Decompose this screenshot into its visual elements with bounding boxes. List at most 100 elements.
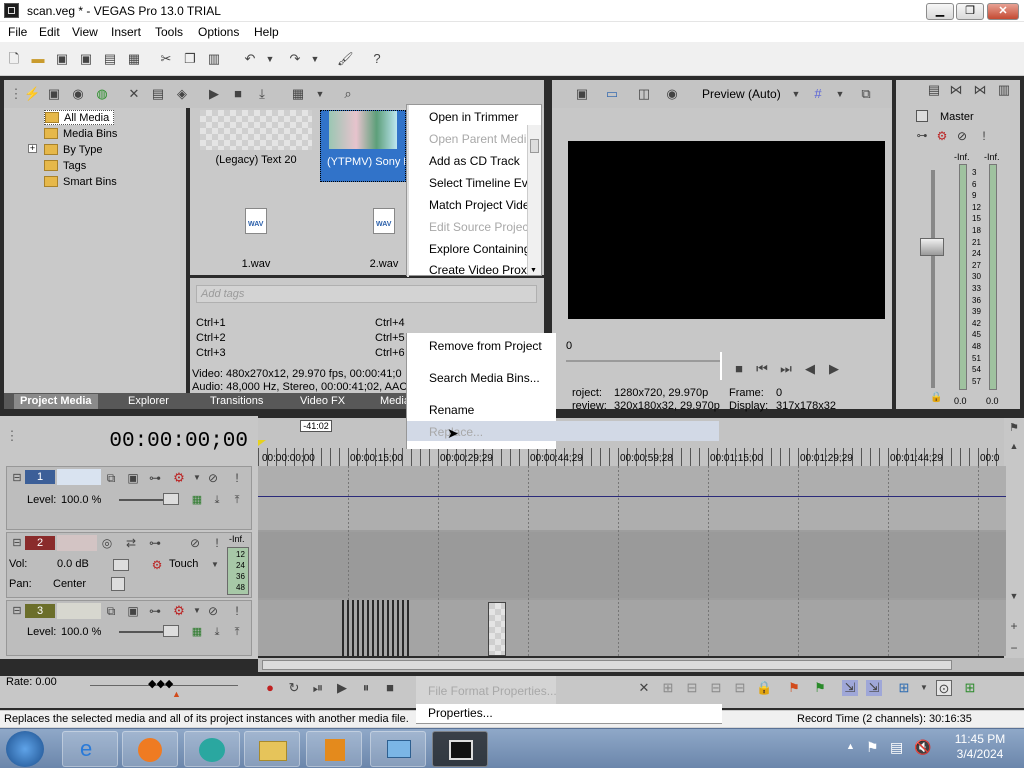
copy-icon[interactable]: ❐ [182, 51, 198, 67]
transport-play-icon[interactable]: ▶ [334, 680, 350, 696]
menu-item-create-video-proxy[interactable]: Create Video Prox [429, 263, 527, 277]
taskbar-chat-app-icon[interactable] [184, 731, 240, 767]
taskbar-remote-desktop-icon[interactable] [370, 731, 426, 767]
properties-icon[interactable]: ▦ [126, 51, 142, 67]
menu-insert[interactable]: Insert [111, 25, 141, 39]
menu-help[interactable]: Help [254, 25, 279, 39]
track-automation-icon[interactable]: ⊶ [147, 603, 163, 619]
loop-region-marker[interactable]: -41:02 [300, 420, 332, 432]
save-as-icon[interactable]: ▣ [78, 51, 94, 67]
trim-start-icon[interactable]: ⊟ [684, 680, 700, 696]
media-item-label[interactable]: 1.wav [230, 258, 282, 270]
stop-icon[interactable]: ■ [230, 86, 246, 102]
tab-explorer[interactable]: Explorer [122, 394, 175, 409]
remove-media-icon[interactable]: ✕ [126, 86, 142, 102]
menu-options[interactable]: Options [198, 25, 239, 39]
menu-item-explore-containing-folder[interactable]: Explore Containing [429, 242, 530, 256]
track-2-lane[interactable] [258, 532, 1006, 598]
redo-icon[interactable]: ↷ [287, 51, 303, 67]
taskbar-clock[interactable]: 11:45 PM 3/4/2024 [940, 732, 1020, 766]
track-name-field[interactable] [57, 469, 101, 485]
external-monitor-icon[interactable]: ▭ [604, 86, 620, 102]
master-mute-icon[interactable]: ⊘ [954, 128, 970, 144]
menu-item-match-project-video[interactable]: Match Project Vide [429, 198, 530, 212]
track-solo-icon[interactable]: ! [209, 535, 225, 551]
close-button[interactable]: ✕ [987, 3, 1019, 20]
track-solo-icon[interactable]: ! [229, 603, 245, 619]
mixer-icon[interactable]: ▥ [996, 82, 1012, 98]
taskbar-media-player-icon[interactable] [306, 731, 362, 767]
cut-icon[interactable]: ✂ [158, 51, 174, 67]
menu-item-add-as-cd-track[interactable]: Add as CD Track [429, 154, 520, 168]
track-fx-icon[interactable]: ⚙ [149, 557, 165, 573]
cleanup-brush-icon[interactable]: 🖌 [337, 51, 354, 67]
play-icon[interactable]: ▶ [206, 86, 222, 102]
paste-icon[interactable]: ▥ [206, 51, 222, 67]
track-inverse-icon[interactable]: ⇄ [123, 535, 139, 551]
views-icon[interactable]: ▦ [290, 86, 306, 102]
menu-item-file-format-properties[interactable]: File Format Properties... [428, 684, 557, 698]
play-from-start-icon[interactable]: ⏯ [310, 680, 326, 696]
redo-dropdown-icon[interactable]: ▼ [307, 51, 323, 67]
menu-item-edit-source-project[interactable]: Edit Source Projec [429, 220, 528, 234]
web-media-icon[interactable]: ◍ [94, 86, 110, 102]
rate-slider-handle[interactable]: ◆◆◆ [148, 677, 173, 690]
volume-icon[interactable]: 🔇 [914, 739, 931, 756]
tab-project-media[interactable]: Project Media [14, 394, 98, 409]
downmix-icon[interactable]: ⋈ [948, 82, 964, 98]
arm-record-icon[interactable]: ◎ [99, 535, 115, 551]
go-to-start-icon[interactable]: ⏮ [754, 361, 770, 377]
views-dropdown-icon[interactable]: ▼ [312, 86, 328, 102]
track-fx-icon[interactable]: ⚙ [171, 470, 187, 486]
master-solo-icon[interactable]: ! [976, 128, 992, 144]
save-icon[interactable]: ▣ [54, 51, 70, 67]
tree-item-smart-bins[interactable]: Smart Bins [44, 174, 117, 189]
text-event-clip[interactable] [488, 602, 506, 656]
video-track-1-header[interactable]: ⊟ 1 ⧉ ▣ ⊶ ⚙ ▼ ⊘ ! Level: 100.0 % ▦ ⤓ ⤒ [6, 466, 252, 530]
action-center-flag-icon[interactable]: ⚑ [866, 739, 879, 756]
loop-playback-icon[interactable]: ↻ [286, 680, 302, 696]
trim-end-icon[interactable]: ⊟ [708, 680, 724, 696]
go-to-end-icon[interactable]: ⏭ [778, 361, 794, 377]
grid-dropdown-icon[interactable]: ▼ [832, 86, 848, 102]
track-mute-icon[interactable]: ⊘ [205, 470, 221, 486]
tree-item-tags[interactable]: Tags [44, 158, 86, 173]
track-collapse-icon[interactable]: ⊟ [9, 535, 25, 551]
menu-scroll-down-icon[interactable]: ▼ [530, 267, 537, 274]
track-automation-icon[interactable]: ⊶ [147, 535, 163, 551]
timeline-tracks-area[interactable] [258, 466, 1006, 656]
auto-ripple-icon[interactable]: ⇲ [866, 680, 882, 696]
overlays-icon[interactable]: ◉ [664, 86, 680, 102]
tree-item-media-bins[interactable]: Media Bins [44, 126, 117, 141]
taskbar-firefox-icon[interactable] [122, 731, 178, 767]
maximize-button[interactable]: ❐ [956, 3, 984, 20]
record-icon[interactable]: ● [262, 680, 278, 696]
delete-icon[interactable]: ✕ [636, 680, 652, 696]
automation-mode-dropdown-icon[interactable]: ▼ [207, 557, 223, 573]
show-hidden-icons-icon[interactable]: ▲ [846, 741, 855, 751]
media-item-selected[interactable]: (YTPMV) Sony P Logo (1992, RA [320, 110, 406, 182]
menu-item-open-in-trimmer[interactable]: Open in Trimmer [429, 110, 518, 124]
volume-slider-handle[interactable] [113, 559, 129, 571]
next-frame-icon[interactable]: ▶ [826, 361, 842, 377]
tree-item-all-media[interactable]: All Media [44, 110, 115, 125]
media-item-label[interactable]: (Legacy) Text 20 [194, 154, 318, 166]
ripple-dropdown-icon[interactable]: ▼ [916, 680, 932, 696]
marker-flag-icon[interactable]: ⚑ [1006, 420, 1022, 436]
menu-item-remove-from-project[interactable]: Remove from Project [429, 339, 542, 353]
track-fx-dropdown-icon[interactable]: ▼ [189, 603, 205, 619]
menu-item-rename[interactable]: Rename [429, 403, 474, 417]
get-media-icon[interactable]: ◉ [70, 86, 86, 102]
audio-track-2-header[interactable]: ⊟ 2 ◎ ⇄ ⊶ ⊘ ! -Inf. Vol: 0.0 dB ⚙ Touch … [6, 532, 252, 598]
master-select-box[interactable] [916, 110, 928, 122]
pan-slider-handle[interactable] [111, 577, 125, 591]
track-mute-icon[interactable]: ⊘ [205, 603, 221, 619]
scroll-up-icon[interactable]: ▲ [1006, 438, 1022, 454]
menu-file[interactable]: File [8, 25, 27, 39]
menu-view[interactable]: View [72, 25, 98, 39]
menu-scrollbar[interactable]: ▼ [527, 125, 541, 275]
previous-frame-icon[interactable]: ◀ [802, 361, 818, 377]
open-icon[interactable]: ▬ [30, 51, 46, 67]
trim-icon[interactable]: ⊞ [660, 680, 676, 696]
zoom-in-vertical-icon[interactable]: + [1006, 618, 1022, 634]
